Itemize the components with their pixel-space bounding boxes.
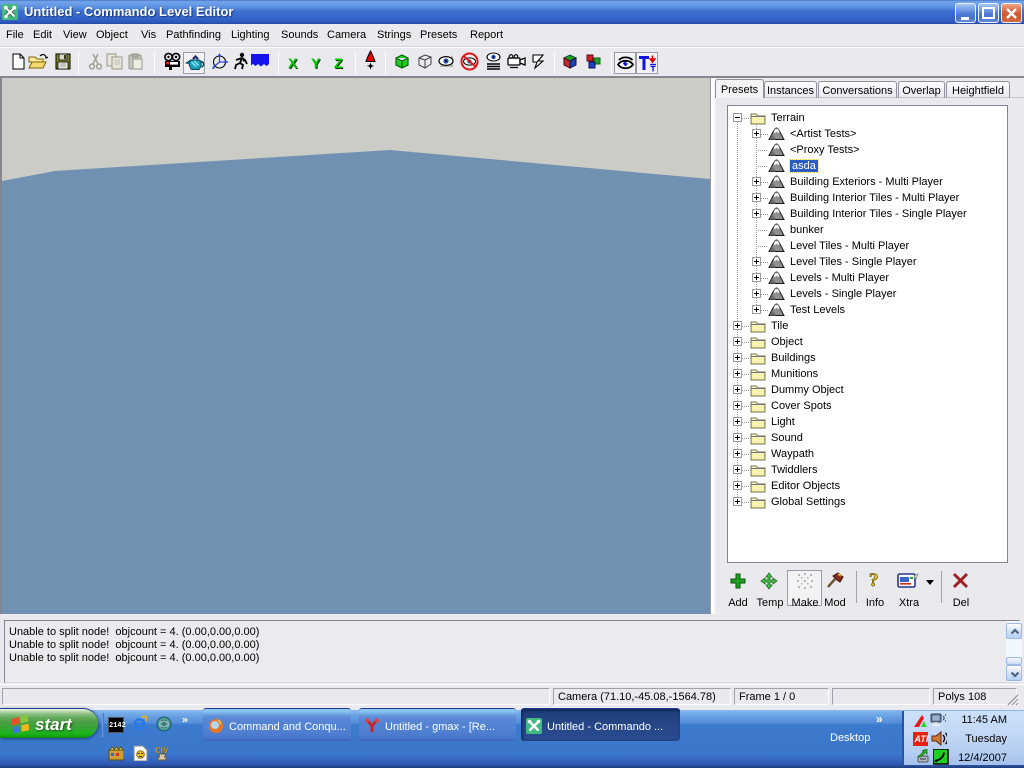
svg-text:?: ? [869,570,879,590]
svg-text:ATI: ATI [914,734,929,744]
